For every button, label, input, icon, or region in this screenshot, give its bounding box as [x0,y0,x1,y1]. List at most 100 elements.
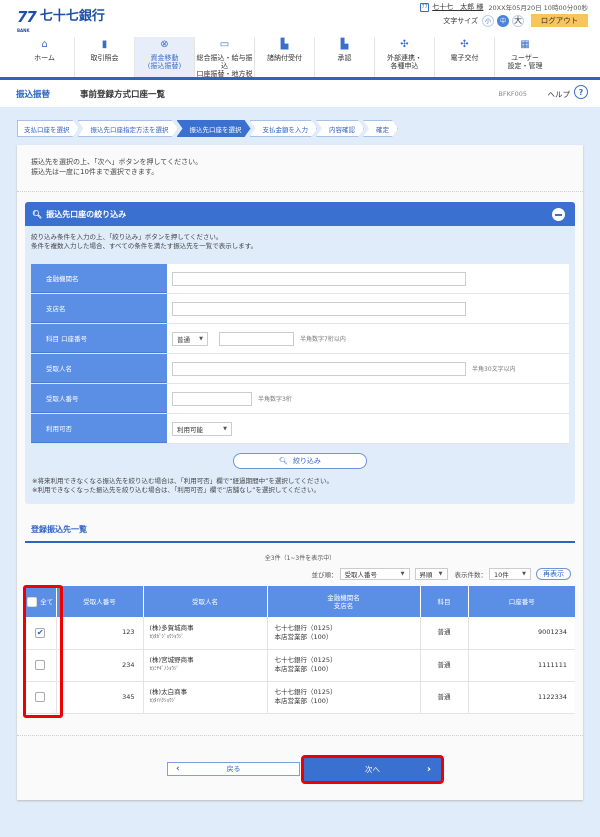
filter-title: 振込先口座の絞り込み [46,209,127,219]
nav-item-7[interactable]: ✣ 電子交付 [435,37,495,77]
dropdown-arrow-icon: ▼ [199,335,203,342]
page-category: 振込振替 [16,90,51,100]
account-number-input[interactable] [219,331,294,346]
nav-item-2[interactable]: ⊗ 資金移動 (振込振替) [135,37,195,77]
payee-kana: ｶ)ﾀｶﾞｼﾞｮｳｼｮｳｼﾞ [149,633,184,640]
nav-item-5[interactable]: ▙ 承認 [315,37,375,77]
sort-order-select[interactable]: 昇順 ▼ [414,568,448,580]
font-size-label: 文字サイズ [443,16,478,25]
nav-item-0[interactable]: ⌂ ホーム [15,37,75,77]
nav-label: (振込振替) [147,62,182,70]
chevron-left-icon: ‹ [176,764,180,774]
font-size-medium-button[interactable]: 中 [497,14,509,27]
nav-item-8[interactable]: ▦ ユーザー 設定・管理 [495,37,555,77]
account-number-cell: 1111111 [468,649,575,682]
font-size-small-button[interactable]: 小 [482,14,494,27]
select-all-header[interactable]: 全て [25,586,57,617]
nav-item-4[interactable]: ▙ 諸納付受付 [255,37,315,77]
filter-row-payee-number: 受取人番号 半角数字3桁 [31,384,569,414]
row-checkbox[interactable] [35,660,46,670]
document-icon: ▮ [101,39,108,50]
selected-value: 受取人番号 [344,571,378,579]
progress-step: 内容確認 [316,120,364,137]
payee-number-input[interactable] [172,391,252,406]
list-title: 登録振込先一覧 [31,525,87,534]
selected-value: 10件 [494,571,509,579]
row-select-cell[interactable] [25,649,57,682]
payee-name: (株)宮城野商事 [149,656,194,664]
help-icon[interactable]: ? [574,85,588,99]
bank-name: 七十七銀行 [39,9,105,24]
dropdown-arrow-icon: ▼ [522,571,526,577]
bank-name-input[interactable] [172,271,466,286]
dropdown-arrow-icon: ▼ [438,571,443,577]
per-page-select[interactable]: 10件 ▼ [489,568,531,580]
yen-transfer-icon: ⊗ [160,39,169,50]
nav-label: 各種申込 [390,62,419,70]
user-badge-icon: 77 [420,2,430,12]
row-checkbox[interactable] [35,692,46,702]
payee-kana: ｶ)ﾀｲﾊｸｼｮｳｼﾞ [149,698,177,704]
redisplay-button[interactable]: 再表示 [536,568,571,580]
sort-key-select[interactable]: 受取人番号 ▼ [339,568,410,580]
logo-mark: 77 BANK [17,8,37,34]
table-row[interactable]: ✔ 123 (株)多賀城商事 ｶ)ﾀｶﾞｼﾞｮｳｼｮｳｼﾞ 七十七銀行（0125）… [25,617,575,650]
payee-table: 全て 受取人番号 受取人名 金融機関名 支店名 科目 口座番号 ✔ 123 (株)… [25,586,575,714]
title-bar: 振込振替 事前登録方式口座一覧 BFKF005 ヘルプ ? [0,80,600,107]
column-header[interactable]: 金融機関名 支店名 [267,586,421,617]
bank-logo[interactable]: 77 BANK 七十七銀行 [17,8,105,34]
user-info: 77 七十七 太郎 様 20XX年05月20日 10時00分00秒 [420,2,588,12]
column-header-line: 金融機関名 [327,593,360,602]
filter-panel: 🔍︎ 振込先口座の絞り込み 絞り込み条件を入力の上、「絞り込み」ボタンを押してく… [25,202,575,504]
row-select-cell[interactable] [25,681,57,714]
row-checkbox[interactable]: ✔ [35,627,46,638]
column-header[interactable]: 口座番号 [468,586,575,617]
nav-item-1[interactable]: ▮ 取引照会 [75,37,135,77]
nav-item-3[interactable]: ▭ 総合振込・給与振込 口座振替・地方税 [195,37,255,78]
link-icon: ✣ [400,39,409,50]
progress-step: 振込先口座を選択 [177,120,251,137]
account-type-select[interactable]: 普通 ▼ [172,331,208,346]
filter-search-button[interactable]: 🔍︎ 絞り込み [233,453,367,469]
payee-name-cell: (株)宮城野商事 ｶ)ﾐﾔｷﾞﾉｼｮｳｼﾞ [143,649,268,682]
card-icon: ▭ [219,39,230,50]
nav-label: 承認 [337,54,352,62]
font-size-large-button[interactable]: 大 [512,14,524,27]
user-name-link[interactable]: 七十七 太郎 様 [432,2,483,12]
help-link[interactable]: ヘルプ [548,89,571,100]
progress-steps: 支払口座を選択 振込先口座指定方法を選択 振込先口座を選択 支払金額を入力 内容確認 確定 [17,120,397,137]
column-header[interactable]: 科目 [420,586,469,617]
button-label: 次へ [365,765,380,774]
account-type-cell: 普通 [420,649,469,682]
account-number-cell: 9001234 [468,617,575,650]
table-row[interactable]: 345 (株)太白商事 ｶ)ﾀｲﾊｸｼｮｳｼﾞ 七十七銀行（0125） 本店営業部（… [25,681,575,714]
nav-item-6[interactable]: ✣ 外部連携・ 各種申込 [375,37,435,77]
next-button[interactable]: 次へ › [304,758,441,781]
column-header[interactable]: 受取人名 [143,586,268,617]
nav-label: 資金移動 [150,54,179,62]
header: 77 BANK 七十七銀行 77 七十七 太郎 様 20XX年05月20日 10時… [0,0,600,80]
logout-button[interactable]: ログアウト [531,14,588,27]
bank-cell: 七十七銀行（0125） 本店営業部（100） [267,681,421,714]
per-page-label: 表示件数： [454,571,488,579]
filter-header[interactable]: 🔍︎ 振込先口座の絞り込み [25,202,575,226]
payee-name-input[interactable] [172,361,466,376]
selected-value: 昇順 [419,571,433,579]
note-line: ※利用できなくなった振込先を絞り込む場合は、「利用可否」欄で“店舗なし”を選択し… [32,486,321,494]
branch-name-input[interactable] [172,301,466,316]
filter-notes: ※将来利用できなくなる振込先を絞り込む場合は、「利用可否」欄で“経過期間中”を選… [32,477,333,495]
field-label: 受取人名 [31,354,167,383]
nav-label: 取引照会 [90,54,119,62]
account-type-cell: 普通 [420,617,469,650]
row-select-cell[interactable]: ✔ [25,617,57,650]
divider [17,735,583,736]
availability-select[interactable]: 利用可能 ▼ [172,421,232,436]
payment-icon: ▙ [280,39,289,50]
progress-step: 振込先口座指定方法を選択 [78,120,178,137]
table-row[interactable]: 234 (株)宮城野商事 ｶ)ﾐﾔｷﾞﾉｼｮｳｼﾞ 七十七銀行（0125） 本店営業… [25,649,575,682]
select-all-checkbox[interactable] [27,596,38,607]
filter-form: 金融機関名 支店名 科目 口座番号 普通 ▼ 半角数字7桁以内 受取人名 半角3… [31,264,569,444]
back-button[interactable]: ‹ 戻る [167,762,300,776]
collapse-icon[interactable] [552,208,565,221]
column-header[interactable]: 受取人番号 [56,586,144,617]
